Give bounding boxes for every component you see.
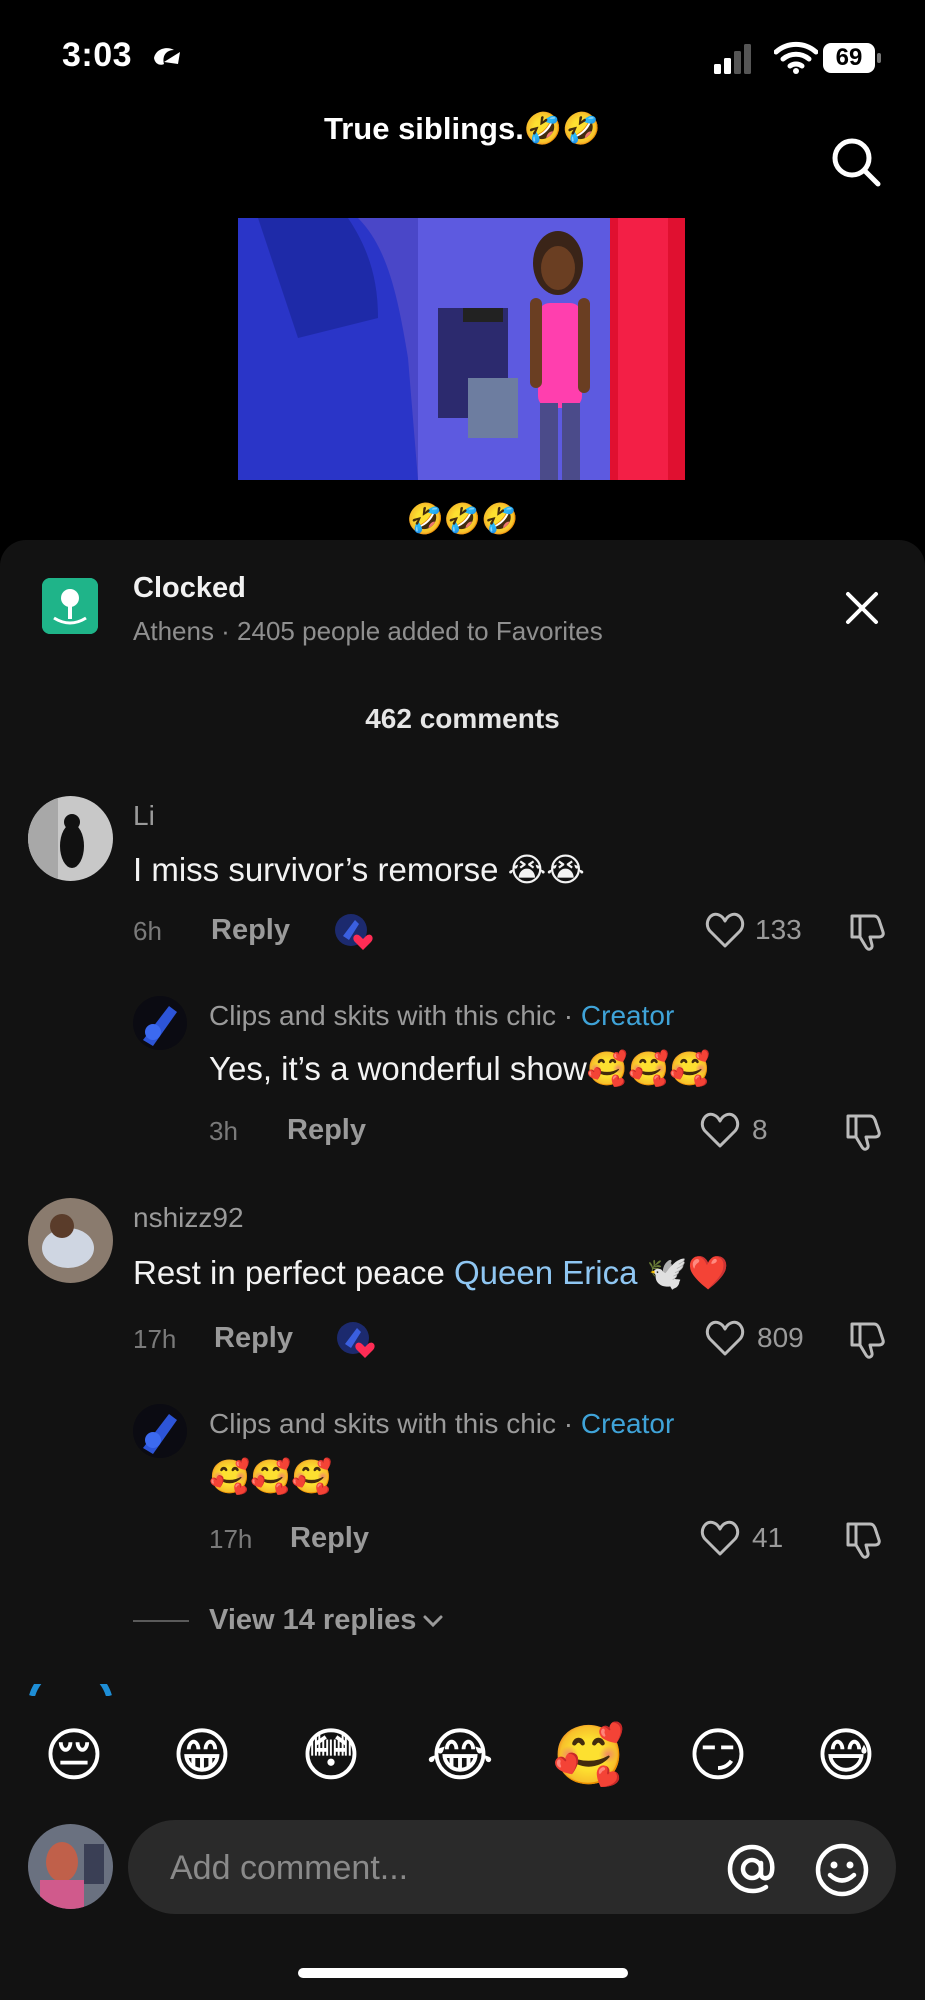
reply-text: 🥰🥰🥰 (209, 1458, 333, 1495)
search-icon[interactable] (830, 136, 882, 188)
reply-time: 3h (209, 1116, 238, 1146)
cellular-signal-icon (714, 44, 751, 74)
close-icon[interactable] (844, 590, 880, 626)
like-count: 809 (757, 1322, 804, 1353)
comment-text-part: 🕊️❤️ (637, 1254, 729, 1291)
comment-input[interactable] (168, 1842, 692, 1894)
chevron-down-icon (423, 1615, 443, 1628)
home-indicator[interactable] (298, 1968, 628, 1978)
emoji-picker-icon[interactable] (814, 1842, 870, 1898)
reply-button[interactable]: Reply (290, 1522, 369, 1555)
mention-tag[interactable]: Queen Erica (454, 1254, 637, 1291)
like-count: 8 (752, 1114, 768, 1145)
reply-time: 17h (209, 1524, 253, 1554)
comment-text: I miss survivor’s remorse 😭😭 (133, 851, 585, 888)
reply-username-text[interactable]: Clips and skits with this chic (209, 1408, 556, 1439)
like-count: 41 (752, 1522, 784, 1553)
heart-icon[interactable] (705, 911, 745, 949)
avatar[interactable] (28, 796, 113, 881)
separator: · (556, 1408, 581, 1439)
focus-moon-icon (154, 48, 180, 65)
creator-badge: Creator (580, 1000, 675, 1031)
next-comment-avatar (29, 1684, 112, 1696)
emoji-hearts[interactable]: 🥰 (549, 1720, 629, 1792)
comment-time: 17h (133, 1324, 177, 1354)
dislike-icon[interactable] (842, 1520, 882, 1560)
dislike-icon[interactable] (846, 1320, 886, 1360)
emoji-sweat-smile[interactable]: 😅 (806, 1720, 886, 1792)
reply-username[interactable]: Clips and skits with this chic · Creator (209, 1408, 674, 1440)
view-replies-label[interactable]: View 14 replies (209, 1604, 416, 1636)
comment-text-part: Rest in perfect peace (133, 1254, 455, 1291)
user-avatar[interactable] (28, 1824, 113, 1909)
avatar[interactable] (28, 1198, 113, 1283)
post-emoji-line: 🤣🤣🤣 (406, 503, 519, 536)
location-pin-icon[interactable] (42, 578, 98, 634)
reply-username-text[interactable]: Clips and skits with this chic (209, 1000, 556, 1031)
reply-button[interactable]: Reply (287, 1114, 366, 1147)
reply-button[interactable]: Reply (211, 914, 290, 947)
emoji-smirk[interactable]: 😏 (678, 1720, 758, 1792)
quick-emoji-row: 😔 😁 😳 😂 🥰 😏 😅 (0, 1720, 925, 1792)
comments-count: 462 comments (365, 703, 560, 734)
emoji-joy[interactable]: 😂 (420, 1720, 500, 1792)
like-count: 133 (755, 914, 802, 945)
separator: · (556, 1000, 581, 1031)
emoji-flushed[interactable]: 😳 (291, 1720, 371, 1792)
video-thumbnail[interactable] (238, 218, 685, 480)
heart-icon[interactable] (700, 1111, 740, 1149)
post-caption: True siblings.🤣🤣 (323, 111, 602, 146)
creator-liked-icon (335, 914, 373, 950)
emoji-grin[interactable]: 😁 (162, 1720, 242, 1792)
wifi-icon (774, 41, 818, 74)
dislike-icon[interactable] (846, 912, 886, 952)
place-subtitle: Athens · 2405 people added to Favorites (133, 616, 603, 646)
dislike-icon[interactable] (842, 1112, 882, 1152)
comment-time: 6h (133, 916, 162, 946)
comment-username[interactable]: Li (133, 800, 155, 832)
place-name[interactable]: Clocked (133, 572, 246, 605)
creator-avatar[interactable] (133, 1404, 187, 1458)
mention-at-icon[interactable] (726, 1843, 778, 1895)
reply-button[interactable]: Reply (214, 1322, 293, 1355)
reply-username[interactable]: Clips and skits with this chic · Creator (209, 1000, 674, 1032)
creator-badge: Creator (580, 1408, 675, 1439)
emoji-pensive[interactable]: 😔 (34, 1720, 114, 1792)
battery-level: 69 (835, 44, 863, 71)
view-replies-divider (133, 1620, 189, 1622)
status-time: 3:03 (62, 36, 133, 74)
comment-username[interactable]: nshizz92 (133, 1202, 244, 1234)
comment-text: Rest in perfect peace Queen Erica 🕊️❤️ (133, 1254, 729, 1293)
creator-avatar[interactable] (133, 996, 187, 1050)
heart-icon[interactable] (700, 1519, 740, 1557)
view-replies-button[interactable]: View 14 replies (209, 1604, 444, 1637)
heart-icon[interactable] (705, 1319, 745, 1357)
reply-text: Yes, it’s a wonderful show🥰🥰🥰 (209, 1050, 711, 1087)
creator-liked-icon (337, 1322, 375, 1358)
